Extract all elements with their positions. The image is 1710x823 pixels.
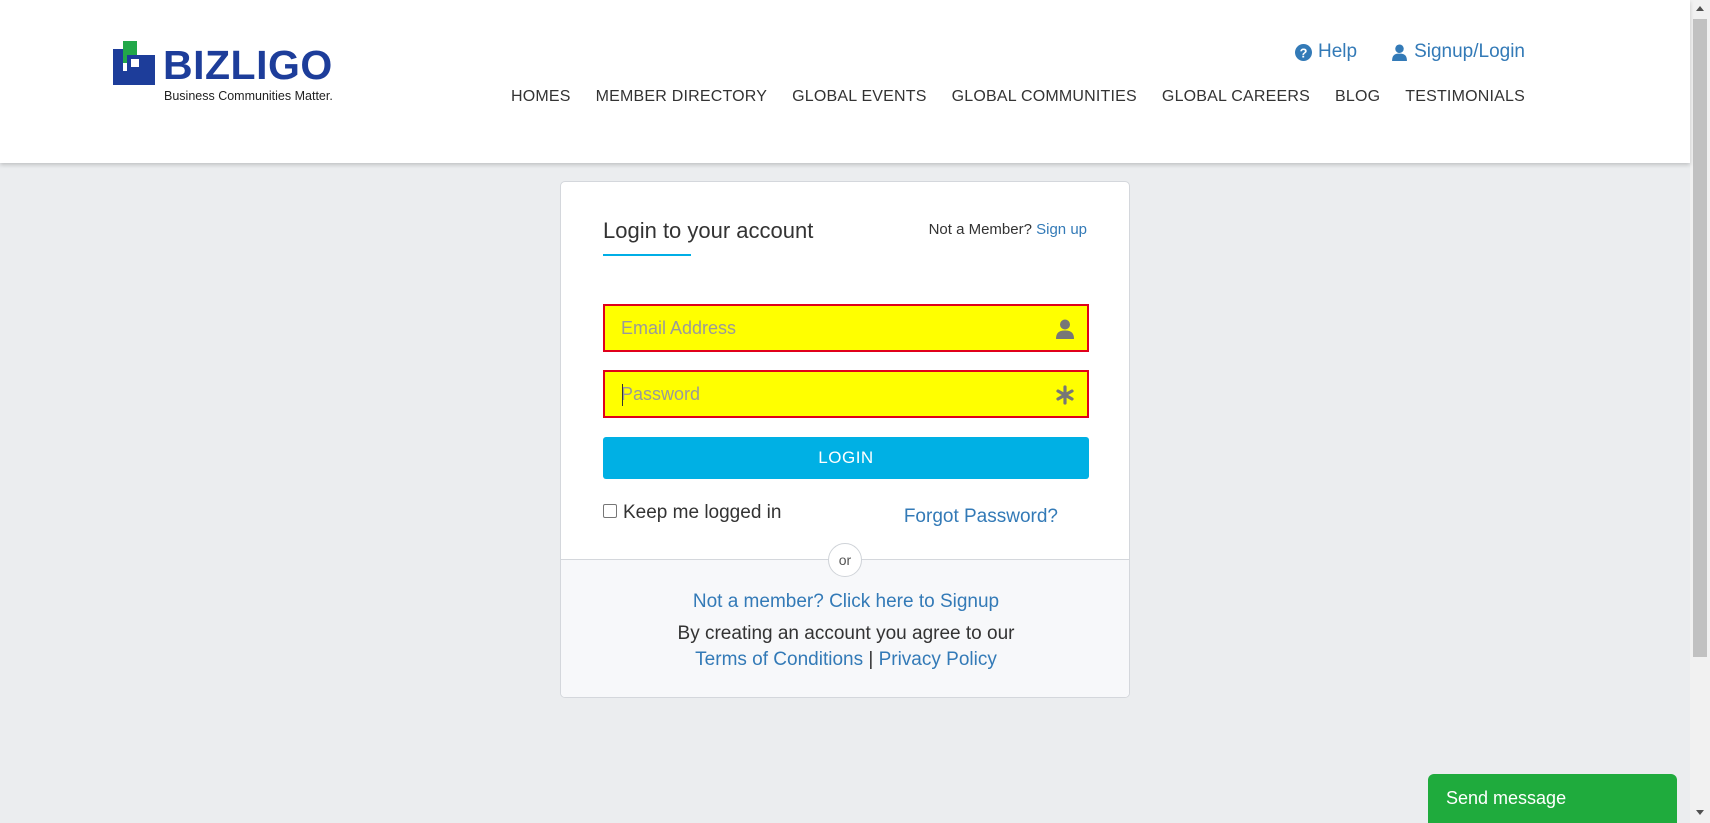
- asterisk-icon: [1056, 385, 1074, 405]
- or-divider: or: [828, 543, 862, 577]
- login-button[interactable]: LOGIN: [603, 437, 1089, 479]
- signup-prompt-link[interactable]: Not a member? Click here to Signup: [561, 591, 1129, 613]
- nav-item-blog[interactable]: BLOG: [1335, 88, 1380, 106]
- help-label: Help: [1317, 41, 1358, 62]
- signup-link[interactable]: Sign up: [1036, 221, 1087, 238]
- logo-tagline: Business Communities Matter.: [164, 89, 333, 103]
- email-input[interactable]: [605, 306, 1087, 350]
- nav-item-homes[interactable]: HOMES: [511, 88, 571, 106]
- forgot-password-link[interactable]: Forgot Password?: [904, 506, 1058, 528]
- page-scrollbar[interactable]: [1690, 0, 1710, 823]
- login-title: Login to your account: [603, 218, 814, 243]
- logo-mark-icon: [113, 41, 155, 85]
- user-icon: [1056, 319, 1074, 339]
- scroll-thumb[interactable]: [1693, 19, 1707, 657]
- scroll-down-arrow-icon[interactable]: [1696, 810, 1704, 815]
- text-cursor: [622, 384, 623, 406]
- login-card: Login to your account Not a Member? Sign…: [560, 181, 1130, 698]
- privacy-link[interactable]: Privacy Policy: [879, 649, 997, 670]
- title-underline: [603, 254, 691, 256]
- password-input[interactable]: [605, 372, 1087, 416]
- nav-item-testimonials[interactable]: TESTIMONIALS: [1405, 88, 1525, 106]
- nav-item-global-careers[interactable]: GLOBAL CAREERS: [1162, 88, 1310, 106]
- email-field: [603, 304, 1089, 352]
- signup-login-label: Signup/Login: [1414, 41, 1525, 62]
- not-member-prompt: Not a Member? Sign up: [929, 221, 1087, 238]
- signup-login-link[interactable]: Signup/Login: [1391, 41, 1525, 63]
- terms-link[interactable]: Terms of Conditions: [695, 649, 863, 670]
- site-header: BIZLIGO Business Communities Matter. ? H…: [0, 0, 1690, 163]
- not-member-text: Not a Member?: [928, 221, 1032, 238]
- nav-item-global-communities[interactable]: GLOBAL COMMUNITIES: [952, 88, 1137, 106]
- logo-wordmark: BIZLIGO: [163, 42, 333, 88]
- nav-item-global-events[interactable]: GLOBAL EVENTS: [792, 88, 927, 106]
- legal-separator: |: [868, 649, 874, 670]
- bizligo-logo[interactable]: BIZLIGO Business Communities Matter.: [113, 41, 335, 103]
- user-icon: [1392, 44, 1407, 61]
- scroll-up-arrow-icon[interactable]: [1696, 6, 1704, 11]
- help-link[interactable]: ? Help: [1294, 41, 1358, 63]
- question-circle-icon: ?: [1294, 43, 1312, 61]
- legal-links: Terms of Conditions | Privacy Policy: [561, 649, 1129, 671]
- nav-item-member-directory[interactable]: MEMBER DIRECTORY: [596, 88, 768, 106]
- keep-logged-in-label: Keep me logged in: [623, 502, 782, 523]
- send-message-button[interactable]: Send message: [1428, 774, 1677, 823]
- keep-logged-in-checkbox[interactable]: [603, 504, 617, 518]
- svg-text:?: ?: [1300, 45, 1308, 60]
- main-nav: HOMES MEMBER DIRECTORY GLOBAL EVENTS GLO…: [511, 88, 1525, 106]
- keep-logged-in[interactable]: Keep me logged in: [603, 502, 781, 524]
- top-links: ? Help Signup/Login: [1294, 41, 1525, 63]
- password-field: [603, 370, 1089, 418]
- agreement-text: By creating an account you agree to our: [677, 623, 1015, 644]
